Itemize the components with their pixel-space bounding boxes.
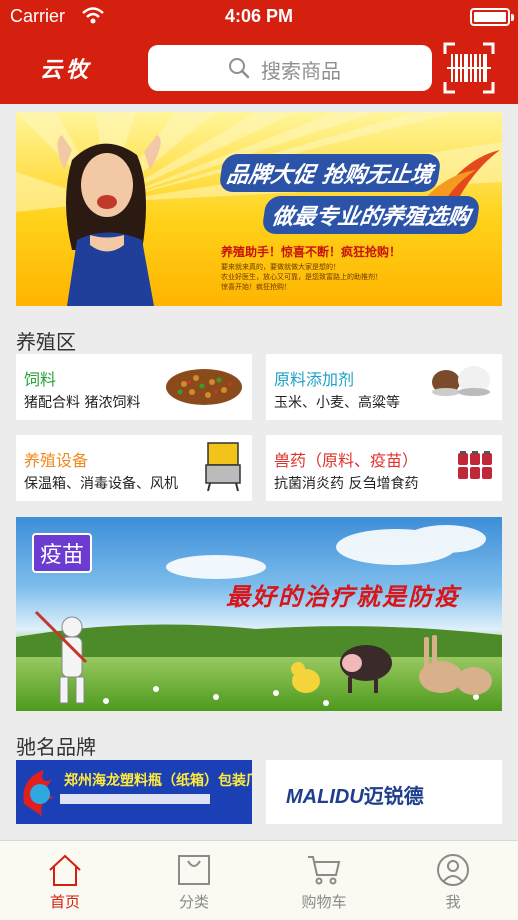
category-desc: 保温箱、消毒设备、风机 — [24, 476, 178, 492]
category-desc: 抗菌消炎药 反刍增食药 — [274, 476, 419, 492]
vaccine-banner[interactable]: 疫苗 最好的治疗就是防疫 — [16, 517, 502, 711]
brand-name: 郑州海龙塑料瓶（纸箱）包装厂 — [64, 773, 252, 789]
banner-headline-1: 品牌大促 抢购无止境 — [218, 154, 442, 192]
banner-small-line: 要来就来真的，要做就做大家是想的！ — [221, 263, 340, 271]
tab-category[interactable]: 分类 — [129, 841, 259, 920]
category-desc: 猪配合料 猪浓饲料 — [24, 395, 141, 411]
section-title-breeding: 养殖区 — [16, 330, 76, 354]
promo-banner[interactable]: 品牌大促 抢购无止境 做最专业的养殖选购 养殖助手！惊喜不断！疯狂抢购！ 要来就… — [16, 112, 502, 306]
tab-label: 购物车 — [301, 893, 347, 911]
feeder-equipment-image — [205, 442, 241, 491]
category-equipment[interactable]: 养殖设备 保温箱、消毒设备、风机 — [16, 435, 252, 501]
app-logo: 云牧 — [40, 57, 93, 83]
search-icon — [229, 58, 250, 79]
tab-me[interactable]: 我 — [388, 841, 518, 920]
vaccine-slogan: 最好的治疗就是防疫 — [226, 582, 460, 611]
brand-card-hailong[interactable]: 郑州海龙塑料瓶（纸箱）包装厂 — [16, 760, 252, 824]
category-title: 饲料 — [24, 370, 57, 389]
section-title-brands: 驰名品牌 — [16, 735, 96, 759]
tab-label: 首页 — [49, 893, 80, 911]
profile-icon — [437, 854, 469, 886]
home-icon — [49, 854, 81, 886]
tab-bar: 首页 分类 购物车 我 — [0, 840, 518, 920]
category-title: 兽药（原料、疫苗） — [274, 451, 419, 470]
vaccine-tag: 疫苗 — [32, 533, 93, 573]
tab-label: 我 — [445, 893, 461, 911]
brand-name-en: MALIDU — [286, 786, 364, 808]
search-input[interactable]: 搜索商品 — [148, 45, 432, 91]
banner-small-line: 农业好医生，放心又可靠，是您致富路上的助推剂！ — [221, 273, 382, 281]
category-vet-medicine[interactable]: 兽药（原料、疫苗） 抗菌消炎药 反刍增食药 — [266, 435, 502, 501]
additive-bowls-image — [432, 366, 490, 396]
banner-small-line: 惊喜开始！疯狂抢购！ — [221, 283, 291, 291]
category-raw-additives[interactable]: 原料添加剂 玉米、小麦、高粱等 — [266, 354, 502, 420]
tab-cart[interactable]: 购物车 — [259, 841, 389, 920]
category-title: 原料添加剂 — [274, 370, 355, 389]
search-placeholder: 搜索商品 — [261, 59, 341, 83]
barcode-scan-icon[interactable] — [443, 42, 495, 94]
category-feed[interactable]: 饲料 猪配合料 猪浓饲料 — [16, 354, 252, 420]
header-bar: Carrier 4:06 PM 云牧 搜索商品 — [0, 0, 518, 104]
brand-name-cn: 迈锐德 — [363, 784, 424, 808]
battery-icon — [470, 8, 514, 26]
category-desc: 玉米、小麦、高粱等 — [274, 395, 400, 411]
cart-icon — [308, 856, 341, 885]
status-time: 4:06 PM — [224, 6, 294, 26]
feed-pellets-image — [166, 369, 242, 405]
tab-label: 分类 — [178, 893, 209, 911]
brand-logo-phoenix — [23, 770, 54, 816]
tab-home[interactable]: 首页 — [0, 841, 130, 920]
category-title: 养殖设备 — [24, 451, 89, 470]
banner-promo-line: 养殖助手！惊喜不断！疯狂抢购！ — [221, 245, 402, 259]
banner-headline-2: 做最专业的养殖选购 — [261, 196, 481, 234]
medicine-bottles-image — [458, 451, 492, 479]
brand-card-malidu[interactable]: MALIDU迈锐德 — [266, 760, 502, 824]
brand-name: MALIDU迈锐德 — [286, 780, 424, 809]
status-bar: Carrier 4:06 PM — [0, 0, 518, 34]
category-bag-icon — [178, 855, 210, 885]
model-photo — [57, 135, 161, 306]
brand-contact-strip — [60, 794, 210, 804]
